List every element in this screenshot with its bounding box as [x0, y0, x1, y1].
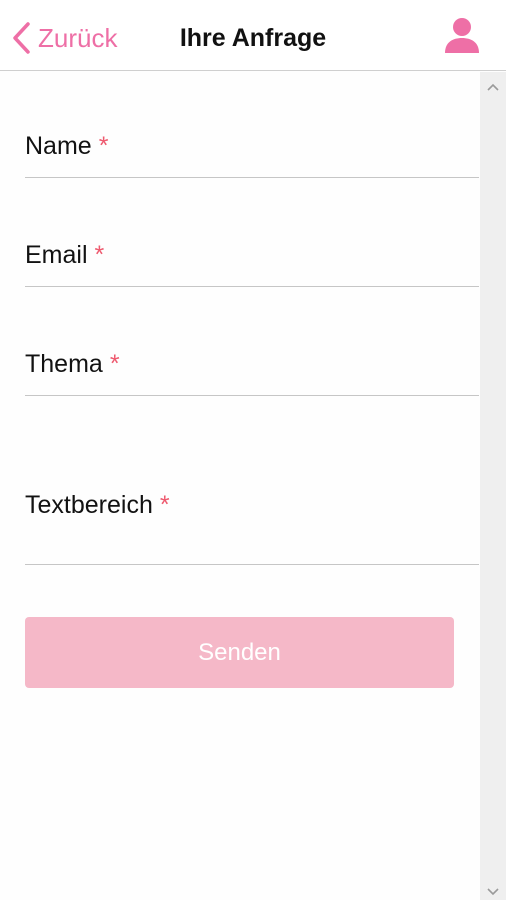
- user-profile-button[interactable]: [442, 16, 482, 56]
- thema-input[interactable]: [25, 336, 479, 395]
- email-field[interactable]: Email *: [25, 227, 479, 287]
- name-input[interactable]: [25, 118, 479, 177]
- vertical-scrollbar[interactable]: [480, 72, 506, 900]
- email-input[interactable]: [25, 227, 479, 286]
- name-field[interactable]: Name *: [25, 118, 479, 178]
- textbereich-input[interactable]: [25, 478, 479, 564]
- textbereich-field[interactable]: Textbereich *: [25, 478, 479, 565]
- user-icon: [442, 16, 482, 56]
- thema-field[interactable]: Thema *: [25, 336, 479, 396]
- scroll-up-arrow-icon[interactable]: [480, 76, 506, 98]
- scroll-down-arrow-icon[interactable]: [480, 888, 506, 900]
- back-label: Zurück: [38, 23, 118, 53]
- send-button[interactable]: Senden: [25, 617, 454, 688]
- app-window: Zurück Ihre Anfrage Name * Email * Thema *: [0, 0, 506, 900]
- chevron-left-icon: [10, 21, 32, 55]
- top-app-bar: Zurück Ihre Anfrage: [0, 0, 506, 71]
- back-button[interactable]: Zurück: [10, 20, 117, 56]
